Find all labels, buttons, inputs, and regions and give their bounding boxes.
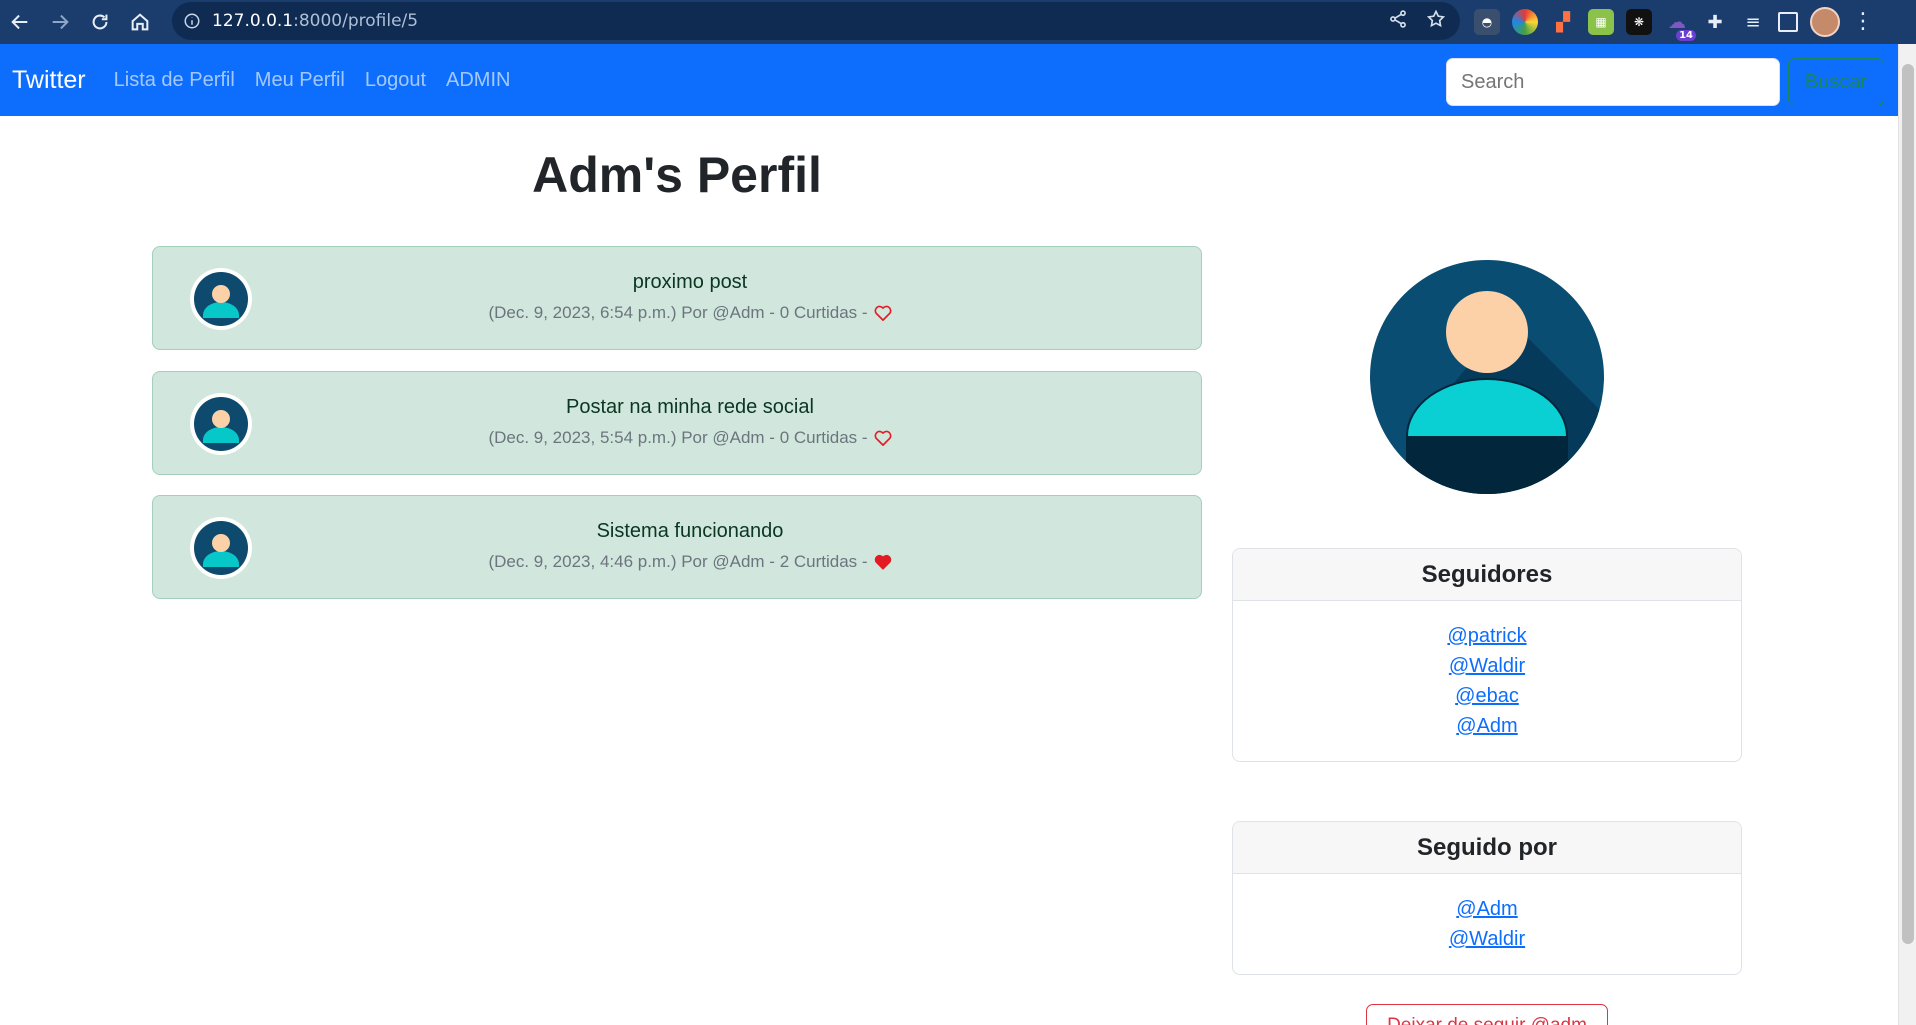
post-body: proximo post (Dec. 9, 2023, 6:54 p.m.) P…: [153, 271, 1201, 323]
page-scrollbar[interactable]: [1898, 44, 1916, 1025]
side-panel-icon[interactable]: [1778, 12, 1798, 32]
post-card: Sistema funcionando (Dec. 9, 2023, 4:46 …: [152, 495, 1202, 599]
page-title: Adm's Perfil: [532, 147, 822, 203]
profile-avatar-large-icon: [1370, 260, 1604, 494]
post-meta: (Dec. 9, 2023, 4:46 p.m.) Por @Adm - 2 C…: [488, 552, 891, 572]
following-link-adm[interactable]: @Adm: [1233, 894, 1741, 924]
search-form: Buscar: [1446, 58, 1884, 106]
browser-toolbar: 127.0.0.1:8000/profile/5 ◓ ▞ ▦ ❋ ☁ 14 ✚ ≡…: [0, 0, 1916, 44]
post-text: Postar na minha rede social: [566, 396, 814, 418]
followers-list: @patrick @Waldir @ebac @Adm: [1233, 601, 1741, 761]
search-input[interactable]: [1446, 58, 1780, 106]
following-card: Seguido por @Adm @Waldir: [1232, 821, 1742, 975]
post-body: Sistema funcionando (Dec. 9, 2023, 4:46 …: [153, 520, 1201, 572]
post-card: proximo post (Dec. 9, 2023, 6:54 p.m.) P…: [152, 246, 1202, 350]
nav-meu-perfil[interactable]: Meu Perfil: [255, 69, 345, 92]
heart-outline-icon[interactable]: [874, 305, 892, 321]
extension-3-icon[interactable]: ❋: [1626, 9, 1652, 35]
post-meta: (Dec. 9, 2023, 6:54 p.m.) Por @Adm - 0 C…: [488, 303, 892, 323]
nav-admin[interactable]: ADMIN: [446, 69, 510, 92]
post-card: Postar na minha rede social (Dec. 9, 202…: [152, 371, 1202, 475]
extension-1-icon[interactable]: ◓: [1474, 9, 1500, 35]
extension-colorpicker-icon[interactable]: [1512, 9, 1538, 35]
follower-link-ebac[interactable]: @ebac: [1233, 681, 1741, 711]
post-text: proximo post: [632, 271, 748, 293]
post-text: Sistema funcionando: [596, 520, 784, 542]
bookmark-star-icon[interactable]: [1426, 9, 1446, 33]
following-card-title: Seguido por: [1233, 822, 1741, 874]
extension-badge: 14: [1676, 30, 1696, 41]
site-info-icon[interactable]: [172, 12, 212, 30]
followers-card-title: Seguidores: [1233, 549, 1741, 601]
followers-card: Seguidores @patrick @Waldir @ebac @Adm: [1232, 548, 1742, 762]
media-queue-icon[interactable]: ≡: [1740, 9, 1766, 35]
profile-avatar-icon[interactable]: [1810, 7, 1840, 37]
address-bar[interactable]: 127.0.0.1:8000/profile/5: [172, 2, 1460, 40]
nav-lista-de-perfil[interactable]: Lista de Perfil: [114, 69, 235, 92]
brand-link[interactable]: Twitter: [12, 66, 86, 95]
extension-2-icon[interactable]: ▞: [1550, 9, 1576, 35]
post-meta-text: (Dec. 9, 2023, 6:54 p.m.) Por @Adm - 0 C…: [488, 303, 868, 322]
reload-icon[interactable]: [80, 2, 120, 42]
follower-link-patrick[interactable]: @patrick: [1233, 621, 1741, 651]
unfollow-button[interactable]: Deixar de seguir @adm: [1366, 1004, 1608, 1025]
extension-grid-icon[interactable]: ▦: [1588, 9, 1614, 35]
url-host: 127.0.0.1: [212, 11, 294, 31]
heart-outline-icon[interactable]: [874, 430, 892, 446]
url-path: :8000/profile/5: [293, 11, 419, 31]
post-meta: (Dec. 9, 2023, 5:54 p.m.) Por @Adm - 0 C…: [488, 428, 892, 448]
follower-link-waldir[interactable]: @Waldir: [1233, 651, 1741, 681]
post-meta-text: (Dec. 9, 2023, 4:46 p.m.) Por @Adm - 2 C…: [488, 552, 868, 571]
more-vert-icon[interactable]: ⋮: [1852, 11, 1874, 33]
extensions-area: ◓ ▞ ▦ ❋ ☁ 14 ✚ ≡ ⋮: [1474, 4, 1874, 41]
post-body: Postar na minha rede social (Dec. 9, 202…: [153, 396, 1201, 448]
puzzle-icon[interactable]: ✚: [1702, 9, 1728, 35]
scrollbar-thumb[interactable]: [1902, 64, 1914, 944]
share-icon[interactable]: [1388, 9, 1408, 33]
search-button[interactable]: Buscar: [1788, 58, 1884, 106]
following-list: @Adm @Waldir: [1233, 874, 1741, 974]
follower-link-adm[interactable]: @Adm: [1233, 711, 1741, 741]
extension-4-icon[interactable]: ☁ 14: [1664, 9, 1696, 41]
heart-filled-icon[interactable]: [874, 554, 892, 570]
home-icon[interactable]: [120, 2, 160, 42]
following-link-waldir[interactable]: @Waldir: [1233, 924, 1741, 954]
nav-logout[interactable]: Logout: [365, 69, 426, 92]
forward-arrow-icon[interactable]: [40, 2, 80, 42]
url-text: 127.0.0.1:8000/profile/5: [212, 11, 418, 31]
back-arrow-icon[interactable]: [0, 2, 40, 42]
post-meta-text: (Dec. 9, 2023, 5:54 p.m.) Por @Adm - 0 C…: [488, 428, 868, 447]
site-navbar: Twitter Lista de Perfil Meu Perfil Logou…: [0, 44, 1898, 116]
